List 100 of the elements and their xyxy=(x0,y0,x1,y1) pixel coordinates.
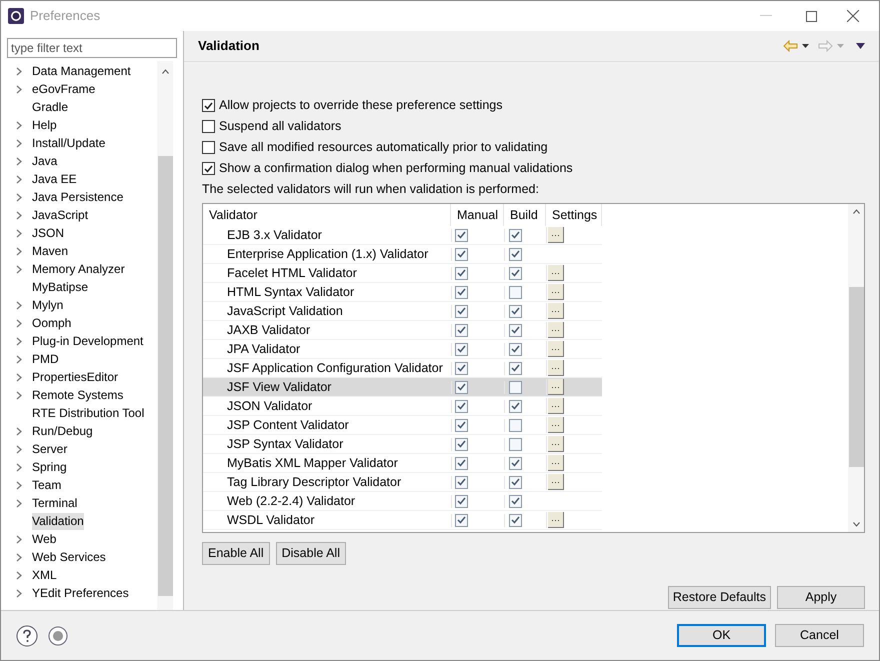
chevron-icon[interactable] xyxy=(16,534,22,544)
tree-item[interactable]: RTE Distribution Tool xyxy=(32,404,144,422)
chevron-icon[interactable] xyxy=(16,300,22,310)
checkbox[interactable] xyxy=(509,456,522,470)
checkbox[interactable] xyxy=(455,514,468,526)
scroll-down-icon[interactable] xyxy=(852,522,860,527)
checkbox[interactable] xyxy=(455,362,468,374)
scrollbar[interactable] xyxy=(848,204,864,532)
checkbox[interactable] xyxy=(509,324,522,336)
table-row[interactable]: Facelet HTML Validator ··· xyxy=(203,264,602,283)
chevron-icon[interactable] xyxy=(16,426,22,436)
scroll-thumb[interactable] xyxy=(158,156,172,596)
checkbox[interactable] xyxy=(455,266,468,280)
chevron-icon[interactable] xyxy=(16,84,22,94)
table-action-button[interactable]: Enable All xyxy=(202,542,270,565)
table-row[interactable]: JSP Syntax Validator ··· xyxy=(203,435,602,454)
checkbox[interactable] xyxy=(509,380,522,394)
chevron-icon[interactable] xyxy=(16,120,22,130)
column-header[interactable]: Settings xyxy=(546,204,602,226)
page-action-button[interactable]: Apply xyxy=(777,586,865,609)
tree-item[interactable]: Maven xyxy=(32,242,68,260)
chevron-icon[interactable] xyxy=(16,588,22,598)
tree-item[interactable]: Web xyxy=(32,530,56,548)
tree-item[interactable]: PropertiesEditor xyxy=(32,368,118,386)
checkbox[interactable] xyxy=(455,400,468,412)
checkbox[interactable] xyxy=(455,380,468,394)
scroll-up-icon[interactable] xyxy=(162,69,168,74)
checkbox[interactable] xyxy=(509,228,522,242)
settings-button[interactable]: ··· xyxy=(548,417,564,433)
chevron-icon[interactable] xyxy=(16,138,22,148)
filter-field[interactable]: type filter text xyxy=(7,38,177,58)
chevron-icon[interactable] xyxy=(16,66,22,76)
checkbox[interactable] xyxy=(455,418,468,432)
view-menu-icon[interactable] xyxy=(856,43,865,49)
record-icon[interactable] xyxy=(48,626,68,646)
checkbox[interactable] xyxy=(202,99,215,112)
checkbox[interactable] xyxy=(509,304,522,318)
tree-item[interactable]: Team xyxy=(32,476,62,494)
close-icon[interactable] xyxy=(847,10,859,22)
column-header[interactable]: Build xyxy=(504,204,546,226)
checkbox[interactable] xyxy=(509,286,522,298)
scroll-up-icon[interactable] xyxy=(852,209,860,214)
tree-item[interactable]: Spring xyxy=(32,458,67,476)
settings-button[interactable]: ··· xyxy=(548,303,564,319)
chevron-icon[interactable] xyxy=(16,264,22,274)
tree-item[interactable]: Java xyxy=(32,152,58,170)
chevron-icon[interactable] xyxy=(16,246,22,256)
checkbox[interactable] xyxy=(509,418,522,432)
table-row[interactable]: JPA Validator ··· xyxy=(203,340,602,359)
settings-button[interactable]: ··· xyxy=(548,341,564,357)
chevron-icon[interactable] xyxy=(16,318,22,328)
chevron-icon[interactable] xyxy=(16,156,22,166)
column-header[interactable]: Manual xyxy=(451,204,504,226)
settings-button[interactable]: ··· xyxy=(548,265,564,281)
settings-button[interactable]: ··· xyxy=(548,436,564,452)
tree-item[interactable]: MyBatipse xyxy=(32,278,88,296)
tree-item[interactable]: JSON xyxy=(32,224,64,242)
chevron-icon[interactable] xyxy=(16,498,22,508)
settings-button[interactable]: ··· xyxy=(548,512,564,528)
tree-item[interactable]: Web Services xyxy=(32,548,106,566)
checkbox[interactable] xyxy=(202,141,215,154)
tree-item[interactable]: Install/Update xyxy=(32,134,106,152)
chevron-icon[interactable] xyxy=(16,552,22,562)
table-row[interactable]: JSP Content Validator ··· xyxy=(203,416,602,435)
tree-item[interactable]: Oomph xyxy=(32,314,72,332)
chevron-icon[interactable] xyxy=(16,480,22,490)
chevron-icon[interactable] xyxy=(16,228,22,238)
dialog-button[interactable]: Cancel xyxy=(775,624,864,647)
tree-item[interactable]: Gradle xyxy=(32,98,68,116)
tree-item[interactable]: PMD xyxy=(32,350,59,368)
chevron-icon[interactable] xyxy=(16,192,22,202)
chevron-icon[interactable] xyxy=(16,462,22,472)
tree-item[interactable]: Validation xyxy=(32,512,84,530)
maximize-icon[interactable] xyxy=(806,10,817,22)
checkbox[interactable] xyxy=(455,476,468,488)
tree-item[interactable]: JavaScript xyxy=(32,206,88,224)
settings-button[interactable]: ··· xyxy=(548,398,564,414)
column-header[interactable]: Validator xyxy=(203,204,451,226)
table-row[interactable]: JavaScript Validation ··· xyxy=(203,302,602,321)
table-row[interactable]: Web (2.2-2.4) Validator xyxy=(203,492,602,511)
settings-button[interactable]: ··· xyxy=(548,322,564,338)
settings-button[interactable]: ··· xyxy=(548,227,564,243)
checkbox[interactable] xyxy=(509,342,522,356)
tree-item[interactable]: Help xyxy=(32,116,57,134)
table-row[interactable]: JSF View Validator ··· xyxy=(203,378,602,397)
checkbox[interactable] xyxy=(455,456,468,470)
checkbox[interactable] xyxy=(455,228,468,242)
table-row[interactable]: Tag Library Descriptor Validator ··· xyxy=(203,473,602,492)
checkbox[interactable] xyxy=(509,362,522,374)
checkbox[interactable] xyxy=(509,248,522,260)
chevron-icon[interactable] xyxy=(16,210,22,220)
table-row[interactable]: Enterprise Application (1.x) Validator xyxy=(203,245,602,264)
chevron-icon[interactable] xyxy=(16,390,22,400)
tree-item[interactable]: YEdit Preferences xyxy=(32,584,129,602)
table-row[interactable]: WSDL Validator ··· xyxy=(203,511,602,530)
checkbox[interactable] xyxy=(455,248,468,260)
tree-item[interactable]: XML xyxy=(32,566,57,584)
checkbox[interactable] xyxy=(455,342,468,356)
table-action-button[interactable]: Disable All xyxy=(276,542,346,565)
chevron-icon[interactable] xyxy=(16,444,22,454)
